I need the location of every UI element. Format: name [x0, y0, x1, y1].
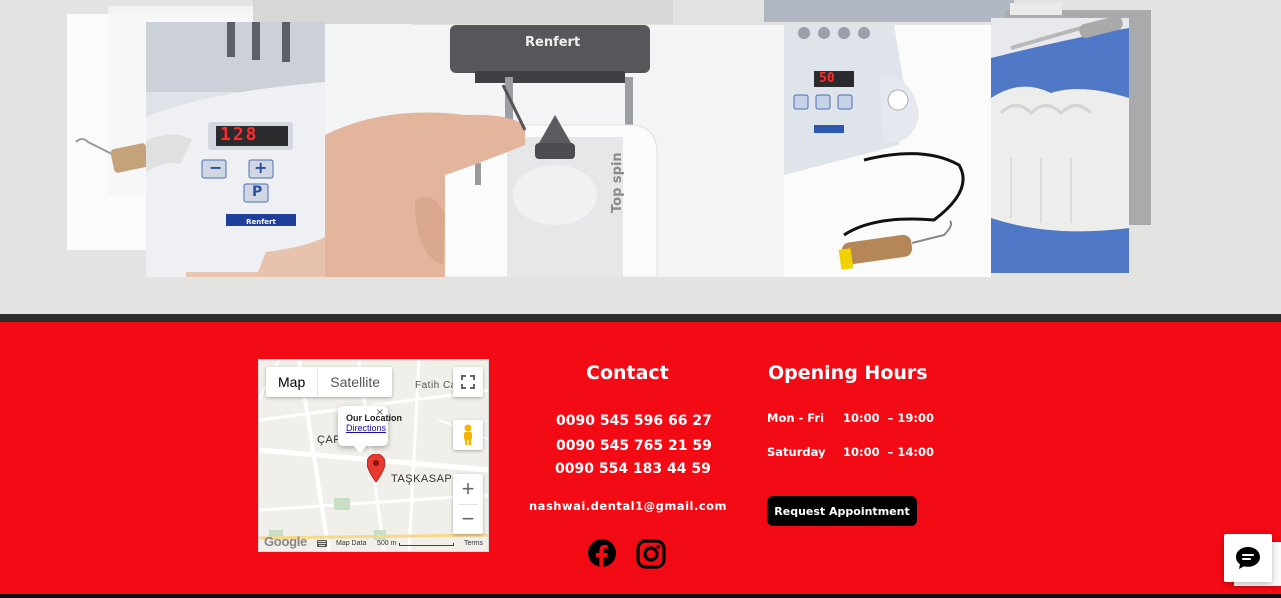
opening-hours-title: Opening Hours — [768, 362, 928, 384]
page: Renfert 128 + − P Renfert Top spin 50 Fa… — [0, 0, 1281, 598]
contact-phone-2[interactable]: 0090 545 765 21 59 — [556, 438, 712, 454]
fullscreen-icon — [461, 375, 475, 389]
control-unit-image: Renfert — [146, 22, 325, 277]
gallery-photo-top-spin[interactable]: Renfert Top spin — [325, 25, 784, 277]
hours-time-saturday: 10:00 – 14:00 — [843, 445, 934, 459]
map-terms-link[interactable]: Terms — [464, 540, 483, 547]
chat-button[interactable] — [1224, 534, 1272, 582]
map-data-link[interactable]: Map Data — [336, 540, 366, 547]
scaler-unit-image — [784, 25, 991, 277]
plus-button-label: + — [254, 158, 268, 177]
control-unit-display: 128 — [220, 124, 259, 145]
footer: Fatih Ca ÇAR TAŞKASAP Map Satellite + − … — [0, 314, 1281, 598]
svg-text:Renfert: Renfert — [246, 218, 276, 226]
instagram-icon[interactable] — [636, 539, 666, 569]
map-label-taskasap: TAŞKASAP — [391, 473, 453, 485]
map-type-satellite-button[interactable]: Satellite — [318, 367, 392, 397]
gallery-ghost-frame — [764, 0, 1014, 22]
contact-phone-3[interactable]: 0090 554 183 44 59 — [555, 461, 711, 477]
gallery-photo-scaler-unit[interactable]: 50 — [784, 25, 991, 277]
pegman-icon — [464, 424, 472, 445]
contact-title: Contact — [586, 362, 669, 384]
hours-day-weekday: Mon - Fri — [767, 411, 825, 425]
directions-link[interactable]: Directions — [346, 423, 388, 433]
scaler-display: 50 — [819, 71, 835, 86]
image-gallery: Renfert 128 + − P Renfert Top spin 50 — [0, 0, 1281, 314]
map-scale-bar — [399, 543, 454, 546]
top-spin-label: Top spin — [610, 152, 625, 213]
minus-button-label: − — [209, 158, 223, 177]
hours-day-saturday: Saturday — [767, 445, 826, 459]
chat-icon — [1236, 547, 1260, 569]
hours-time-weekday: 10:00 – 19:00 — [843, 411, 934, 425]
facebook-icon[interactable] — [587, 538, 617, 568]
top-spin-device-image — [325, 25, 784, 277]
street-view-button[interactable] — [453, 420, 483, 450]
scaler-tip-ghost-image — [75, 138, 150, 173]
request-appointment-button[interactable]: Request Appointment — [767, 496, 917, 526]
gallery-ghost-frame — [253, 0, 673, 24]
map-label-fatih: Fatih Ca — [415, 380, 457, 391]
contact-phone-1[interactable]: 0090 545 596 66 27 — [556, 413, 712, 429]
fullscreen-button[interactable] — [453, 367, 483, 397]
map-scale-label: 500 m — [377, 540, 397, 547]
p-button-label: P — [252, 184, 263, 200]
renfert-logo-text: Renfert — [525, 35, 581, 50]
map-type-toggle: Map Satellite — [266, 367, 393, 397]
gallery-ghost-frame — [1010, 3, 1062, 15]
zoom-control: + − — [453, 474, 483, 534]
teeth-model-image — [991, 18, 1129, 273]
close-icon[interactable]: × — [376, 408, 384, 418]
map-type-map-button[interactable]: Map — [266, 367, 319, 397]
gallery-photo-teeth-model[interactable] — [991, 18, 1129, 273]
zoom-in-button[interactable]: + — [453, 474, 483, 504]
map-info-popup: Our Location Directions × — [338, 406, 402, 453]
contact-email[interactable]: nashwai.dental1@gmail.com — [529, 499, 727, 513]
map-pin-icon[interactable] — [367, 454, 385, 482]
map-footer: Map Data 500 m Terms — [259, 537, 488, 551]
zoom-out-button[interactable]: − — [453, 505, 483, 535]
location-map[interactable]: Fatih Ca ÇAR TAŞKASAP Map Satellite + − … — [258, 359, 489, 552]
page-bottom-edge — [0, 594, 1281, 598]
gallery-photo-control-unit[interactable]: Renfert 128 + − P — [146, 22, 325, 277]
keyboard-icon[interactable] — [317, 540, 327, 547]
